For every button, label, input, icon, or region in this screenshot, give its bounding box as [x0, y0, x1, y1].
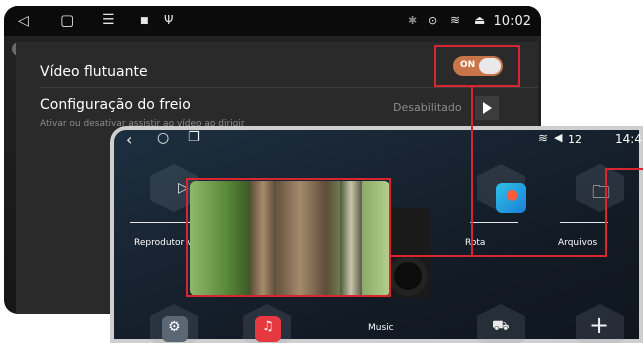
video-player-app-label: Reprodutor v [134, 238, 193, 248]
connector-line [605, 168, 607, 257]
usb-icon: Ψ [164, 13, 174, 27]
gear-icon: ⚙ [168, 319, 181, 335]
folder-icon: 🗀 [592, 182, 610, 203]
setting-floating-video-label: Vídeo flutuante [40, 64, 148, 80]
wifi-icon: ≋ [450, 13, 461, 27]
back-status-bar: ◁ ▢ ☰ ■ Ψ ✱ ⊙ ≋ ⏏ 10:02 [4, 6, 541, 36]
route-map-icon[interactable]: ● [496, 183, 526, 213]
music-app-icon[interactable]: ♫ [255, 316, 281, 342]
brake-setting-arrow-button[interactable] [475, 96, 499, 120]
app-underline [470, 222, 518, 223]
connector-line [391, 255, 606, 257]
front-back-nav-icon[interactable]: ‹ [126, 130, 132, 149]
brake-setting-value: Desabilitado [393, 101, 462, 114]
front-volume-icon: ◀ [554, 131, 563, 144]
map-pin-icon: ● [506, 187, 519, 203]
recents-nav-icon[interactable]: ☰ [102, 13, 115, 27]
route-app-label: Rota [465, 238, 486, 248]
settings-divider [40, 87, 538, 88]
front-home-nav-icon[interactable]: ○ [157, 130, 169, 146]
back-status-time: 10:02 [493, 14, 531, 29]
files-app-label: Arquivos [558, 238, 598, 248]
eject-icon: ⏏ [474, 13, 486, 27]
connector-line [471, 87, 473, 257]
front-volume-level: 12 [568, 133, 582, 146]
app-underline [130, 222, 190, 223]
app-underline [560, 222, 608, 223]
play-icon [483, 102, 492, 114]
front-wifi-icon: ≋ [538, 131, 549, 145]
bluetooth-icon: ✱ [408, 14, 418, 27]
toggle-highlight-box [434, 45, 520, 87]
setting-brake-label: Configuração do freio [40, 97, 191, 113]
vinyl-disc-icon [388, 256, 428, 296]
car-icon: ⛟ [492, 318, 510, 334]
plus-icon: + [589, 311, 610, 339]
home-nav-icon[interactable]: ▢ [60, 13, 74, 28]
location-icon: ⊙ [428, 14, 438, 27]
connector-line [605, 168, 643, 170]
video-highlight-box [186, 178, 391, 297]
notification-icon: ■ [140, 16, 149, 26]
back-nav-icon[interactable]: ◁ [18, 14, 29, 28]
music-label: Music [368, 323, 394, 333]
headphones-icon: ♫ [262, 319, 274, 334]
settings-app-icon[interactable]: ⚙ [162, 316, 188, 342]
front-recents-nav-icon[interactable]: ❐ [188, 130, 200, 145]
front-status-time: 14:48 [615, 132, 643, 146]
